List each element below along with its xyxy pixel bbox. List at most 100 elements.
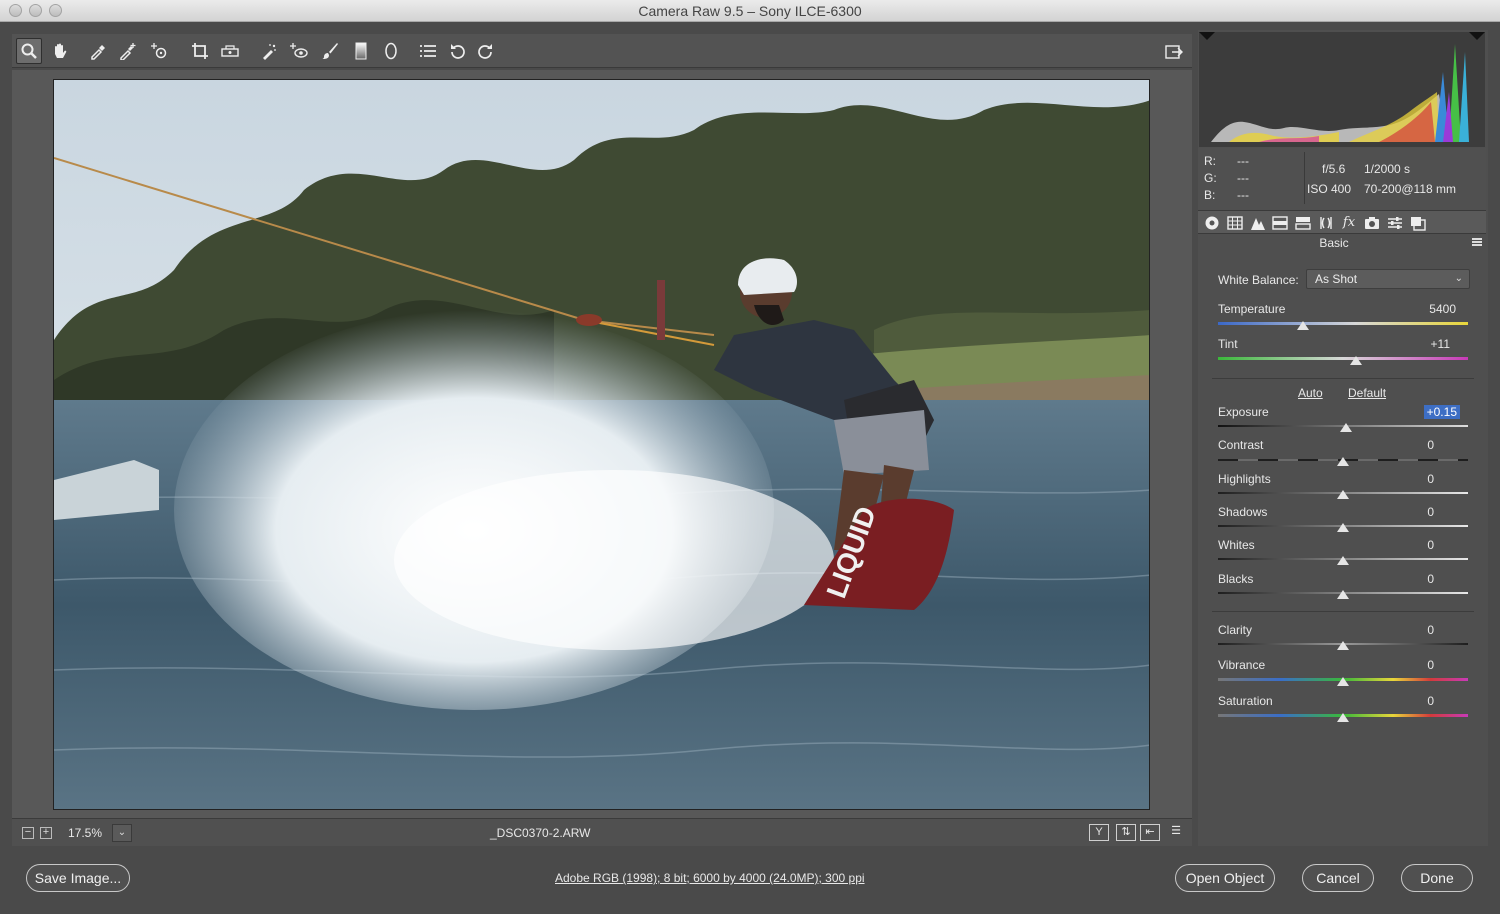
temperature-value[interactable]: 5400 [1396, 302, 1456, 316]
tab-split-toning[interactable] [1294, 215, 1312, 231]
crop-tool[interactable] [187, 38, 213, 64]
red-eye-tool[interactable] [286, 38, 312, 64]
straighten-tool[interactable] [217, 38, 243, 64]
minimize-window-button[interactable] [29, 4, 42, 17]
clarity-value[interactable]: 0 [1374, 623, 1434, 637]
aperture-icon [1205, 216, 1219, 230]
graduated-filter-tool[interactable] [348, 38, 374, 64]
exposure-thumb[interactable] [1339, 423, 1352, 432]
window-titlebar: Camera Raw 9.5 – Sony ILCE-6300 [0, 0, 1500, 22]
rotate-left-tool[interactable] [445, 38, 471, 64]
temperature-slider[interactable] [1218, 322, 1468, 325]
target-adjust-icon [151, 43, 167, 59]
save-image-button[interactable]: Save Image... [26, 864, 130, 892]
contrast-label: Contrast [1218, 438, 1264, 452]
done-button[interactable]: Done [1401, 864, 1473, 892]
shadows-value[interactable]: 0 [1374, 505, 1434, 519]
tab-hsl[interactable] [1271, 215, 1289, 231]
vibrance-thumb[interactable] [1337, 677, 1349, 686]
tab-tone-curve[interactable] [1226, 215, 1244, 231]
tint-label: Tint [1218, 337, 1238, 351]
histogram-graph [1199, 32, 1485, 142]
tab-effects[interactable]: fx [1340, 215, 1358, 231]
exposure-value-field[interactable]: +0.15 [1400, 405, 1460, 419]
preferences-tool[interactable] [415, 38, 441, 64]
contrast-thumb[interactable] [1337, 457, 1349, 466]
toggle-fullscreen-button[interactable] [1161, 38, 1187, 64]
shadow-clipping-icon[interactable] [1199, 32, 1215, 40]
saturation-thumb[interactable] [1337, 713, 1349, 722]
photo-preview[interactable]: LIQUID [53, 79, 1150, 810]
zoom-out-button[interactable]: − [22, 827, 34, 839]
graduated-filter-icon [355, 42, 367, 60]
whites-value[interactable]: 0 [1374, 538, 1434, 552]
file-name: _DSC0370-2.ARW [490, 826, 591, 840]
zoom-tool[interactable] [16, 38, 42, 64]
tab-lens-corrections[interactable] [1317, 215, 1335, 231]
crop-icon [192, 43, 208, 59]
highlight-clipping-icon[interactable] [1469, 32, 1485, 40]
close-window-button[interactable] [9, 4, 22, 17]
whites-label: Whites [1218, 538, 1255, 552]
radial-filter-tool[interactable] [378, 38, 404, 64]
default-tone-link[interactable]: Default [1348, 386, 1386, 400]
red-eye-icon [290, 43, 308, 58]
auto-tone-link[interactable]: Auto [1298, 386, 1323, 400]
tint-slider[interactable] [1218, 357, 1468, 360]
highlights-thumb[interactable] [1337, 490, 1349, 499]
healing-brush-icon [263, 44, 276, 60]
temperature-thumb[interactable] [1297, 321, 1309, 330]
cancel-button[interactable]: Cancel [1302, 864, 1374, 892]
mountain-icon [1251, 218, 1265, 230]
zoom-in-button[interactable]: + [40, 827, 52, 839]
panel-tabs: fx [1198, 210, 1486, 234]
zoom-window-button[interactable] [49, 4, 62, 17]
copy-settings-button[interactable]: ⇤ [1140, 824, 1160, 841]
saturation-value[interactable]: 0 [1374, 694, 1434, 708]
shadows-thumb[interactable] [1337, 523, 1349, 532]
split-toning-icon [1295, 217, 1311, 230]
before-after-view-button[interactable]: Y [1089, 824, 1109, 841]
hand-tool[interactable] [47, 38, 73, 64]
clarity-thumb[interactable] [1337, 641, 1349, 650]
tab-camera-calibration[interactable] [1363, 215, 1381, 231]
whites-thumb[interactable] [1337, 556, 1349, 565]
highlights-value[interactable]: 0 [1374, 472, 1434, 486]
contrast-value[interactable]: 0 [1374, 438, 1434, 452]
exposure-value: +0.15 [1423, 405, 1460, 419]
lens-icon [1320, 217, 1332, 229]
tab-snapshots[interactable] [1409, 215, 1427, 231]
level-icon [221, 45, 239, 57]
zoom-dropdown[interactable]: ⌄ [112, 824, 132, 842]
r-value: --- [1237, 154, 1249, 168]
rotate-right-tool[interactable] [472, 38, 498, 64]
chevron-down-icon: ⌄ [1454, 273, 1463, 284]
blacks-value[interactable]: 0 [1374, 572, 1434, 586]
white-balance-select[interactable]: As Shot ⌄ [1306, 269, 1470, 289]
tint-thumb[interactable] [1349, 356, 1362, 365]
spot-removal-tool[interactable] [256, 38, 282, 64]
tab-basic[interactable] [1203, 215, 1221, 231]
white-balance-tool[interactable] [85, 38, 111, 64]
clarity-label: Clarity [1218, 623, 1253, 637]
panel-menu-icon[interactable] [1472, 238, 1482, 246]
open-object-button[interactable]: Open Object [1175, 864, 1275, 892]
workflow-options-link[interactable]: Adobe RGB (1998); 8 bit; 6000 by 4000 (2… [555, 871, 865, 885]
eyedropper-plus-icon [120, 43, 136, 60]
color-sampler-tool[interactable] [115, 38, 141, 64]
list-icon [420, 45, 436, 57]
saturation-label: Saturation [1218, 694, 1273, 708]
iso-value: ISO 400 [1307, 182, 1352, 196]
swap-before-after-button[interactable]: ⇅ [1116, 824, 1136, 841]
blacks-thumb[interactable] [1337, 590, 1349, 599]
blacks-label: Blacks [1218, 572, 1254, 586]
tint-value[interactable]: +11 [1390, 337, 1450, 351]
vibrance-value[interactable]: 0 [1374, 658, 1434, 672]
g-label: G: [1204, 171, 1217, 185]
view-settings-button[interactable]: ☰ [1166, 824, 1186, 841]
image-canvas[interactable]: LIQUID [12, 70, 1192, 818]
tab-detail[interactable] [1249, 215, 1267, 231]
tab-presets[interactable] [1386, 215, 1404, 231]
targeted-adjustment-tool[interactable] [146, 38, 172, 64]
adjustment-brush-tool[interactable] [317, 38, 343, 64]
